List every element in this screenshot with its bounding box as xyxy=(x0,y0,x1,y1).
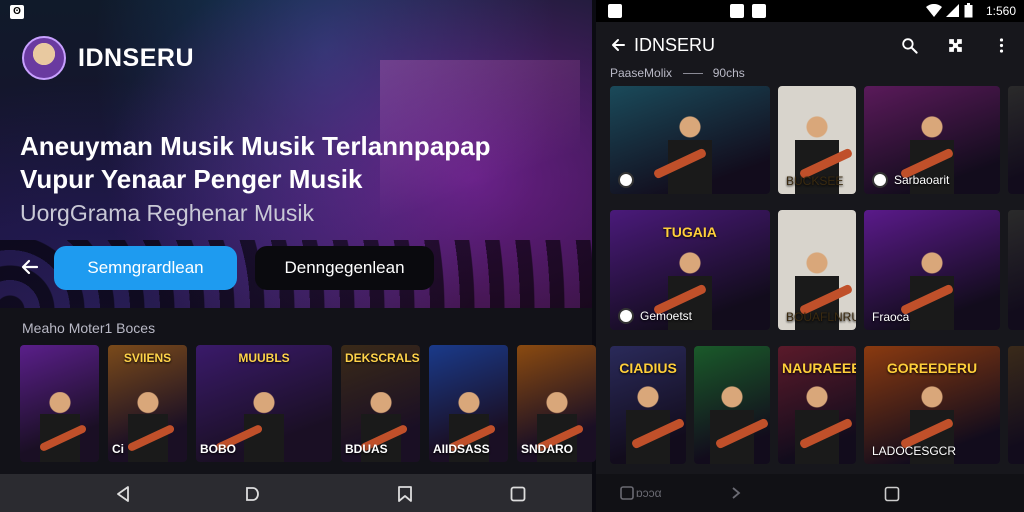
album-title: CIADIUS xyxy=(619,360,677,376)
status-time: 1:560 xyxy=(985,4,1016,18)
album-caption: Fraoca xyxy=(872,310,909,324)
album-title: SVIIENS xyxy=(123,351,172,365)
album-card[interactable] xyxy=(1008,346,1024,464)
secondary-action-button[interactable]: Denngegenlean xyxy=(255,246,434,290)
album-caption-text: Gemoetst xyxy=(640,309,693,323)
album-title: DEKSCRALS xyxy=(345,351,420,365)
section-title: PaaseMolix 90chs xyxy=(610,66,745,80)
nav-recents-icon[interactable] xyxy=(884,486,900,502)
signal-icon xyxy=(946,4,959,17)
album-caption: Ci xyxy=(112,442,124,456)
system-navigation-bar xyxy=(0,474,592,512)
back-arrow-icon[interactable] xyxy=(20,257,40,277)
nav-recents-icon[interactable] xyxy=(509,485,527,503)
album-card[interactable]: BOUAFLNRU xyxy=(778,210,856,330)
back-arrow-icon[interactable] xyxy=(610,37,626,53)
album-card[interactable]: CIADIUS xyxy=(610,346,686,464)
hero-headline-line2: Vupur Yenaar Penger Musik xyxy=(20,164,363,194)
album-caption: Sarbaoarit xyxy=(872,172,949,188)
library-screen: 1:560 IDNSERU PaaseMolix 90chs BUCKSEE Sa… xyxy=(596,0,1024,512)
app-title: IDNSERU xyxy=(634,34,716,55)
album-caption: LADOCESGCR xyxy=(872,444,956,458)
nav-label: ɒɔɔα xyxy=(636,486,662,500)
album-card[interactable]: SVIIENS Ci xyxy=(108,345,187,462)
nav-forward-icon[interactable] xyxy=(730,486,742,500)
album-card[interactable]: NAURAEEE xyxy=(778,346,856,464)
puzzle-icon[interactable] xyxy=(944,34,966,56)
status-notification-icon: ʘ xyxy=(10,5,24,19)
album-card[interactable]: DEKSCRALS BDUAS xyxy=(341,345,420,462)
album-title: NAURAEEE xyxy=(782,360,856,376)
status-bar: 1:560 xyxy=(596,0,1024,22)
hero-subtitle: UorgGrama Reghenar Musik xyxy=(20,200,315,226)
album-caption-text: Fraoca xyxy=(872,310,910,324)
more-vert-icon[interactable] xyxy=(990,34,1012,56)
app-notification-icon xyxy=(752,4,766,18)
musician-figure xyxy=(127,392,168,462)
album-card[interactable]: TUGAIA Gemoetst xyxy=(610,210,770,330)
app-notification-icon xyxy=(730,4,744,18)
artist-avatar xyxy=(872,172,888,188)
battery-icon xyxy=(964,3,973,18)
album-caption: BUCKSEE xyxy=(786,174,843,188)
album-card[interactable]: MUUBLS BOBO xyxy=(196,345,332,462)
album-caption-text: BUCKSEE xyxy=(786,174,844,188)
artist-avatar xyxy=(618,172,634,188)
album-card[interactable]: SNDARO xyxy=(517,345,596,462)
top-app-bar: IDNSERU xyxy=(610,30,1012,60)
hero-headline-line1: Aneuyman Musik Musik Terlannpapap xyxy=(20,131,491,161)
notification-icon xyxy=(608,4,622,18)
album-caption-text: LADOCESGCR xyxy=(872,444,957,458)
section-title-text: PaaseMolix xyxy=(610,66,673,80)
wifi-icon xyxy=(926,4,942,17)
divider xyxy=(683,73,704,74)
musician-figure xyxy=(39,392,80,462)
album-card[interactable]: AIIDSASS xyxy=(429,345,508,462)
album-title: MUUBLS xyxy=(238,351,290,365)
album-caption: AIIDSASS xyxy=(433,442,490,456)
album-caption-text: Sarbaoarit xyxy=(894,173,950,187)
album-card[interactable]: Fraoca xyxy=(864,210,1000,330)
album-card[interactable] xyxy=(1008,86,1024,194)
primary-action-button[interactable]: Semngrardlean xyxy=(54,246,237,290)
album-card[interactable]: GOREEDERU LADOCESGCR xyxy=(864,346,1000,464)
album-card[interactable]: Sarbaoarit xyxy=(864,86,1000,194)
album-card[interactable]: BUCKSEE xyxy=(778,86,856,194)
album-caption: BDUAS xyxy=(345,442,388,456)
album-caption: Gemoetst xyxy=(618,308,692,324)
album-title: TUGAIA xyxy=(663,224,717,240)
album-caption-text: BOUAFLNRU xyxy=(786,310,856,324)
section-title: Meaho Moter1 Boces xyxy=(22,320,156,336)
album-card[interactable] xyxy=(610,86,770,194)
album-caption: BOBO xyxy=(200,442,236,456)
album-card[interactable] xyxy=(694,346,770,464)
album-card[interactable] xyxy=(1008,210,1024,330)
artist-avatar xyxy=(618,308,634,324)
section-title-tail: 90chs xyxy=(712,66,745,80)
nav-home-icon[interactable] xyxy=(243,485,261,503)
nav-back-icon[interactable] xyxy=(114,485,132,503)
album-card[interactable] xyxy=(20,345,99,462)
album-title: GOREEDERU xyxy=(886,360,978,376)
album-row: SVIIENS Ci MUUBLS BOBO DEKSCRALS BDUAS AIIDSAS… xyxy=(20,345,596,462)
nav-home-icon[interactable] xyxy=(620,486,634,500)
album-caption xyxy=(618,172,640,188)
hero-headline: Aneuyman Musik Musik Terlannpapap Vupur … xyxy=(20,130,580,196)
avatar[interactable] xyxy=(22,36,66,80)
search-icon[interactable] xyxy=(898,34,920,56)
album-caption: BOUAFLNRU xyxy=(786,310,856,324)
album-caption: SNDARO xyxy=(521,442,574,456)
nav-bookmark-icon[interactable] xyxy=(396,485,414,503)
